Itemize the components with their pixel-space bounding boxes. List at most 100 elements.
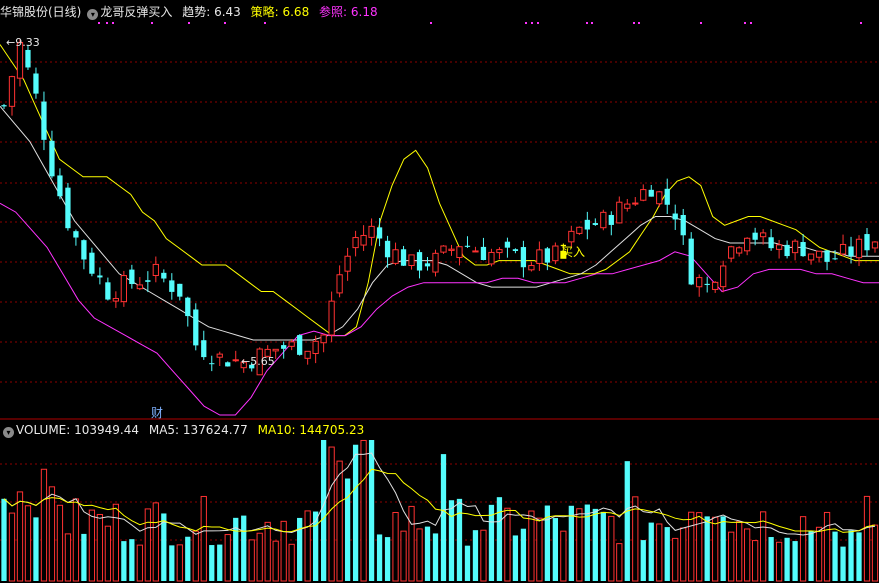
volume-bar-down	[784, 537, 790, 581]
candle-body-up	[288, 341, 295, 347]
candle-body-up	[568, 230, 575, 243]
candle-body-up	[600, 211, 607, 229]
signal-dot	[430, 22, 432, 24]
volume-bar-down	[185, 536, 191, 581]
volume-header: ▾ VOLUME: 103949.44 MA5: 137624.77 MA10: …	[0, 421, 366, 439]
volume-bar-down	[424, 526, 431, 581]
candle-body-up	[815, 250, 823, 258]
candle-body-up	[807, 253, 815, 261]
candle-body-down	[193, 309, 199, 346]
volume-bar-down	[129, 539, 135, 581]
volume-bar-down	[368, 440, 375, 581]
volume-bar-up	[528, 510, 535, 582]
volume-bar-down	[840, 546, 846, 581]
volume-bar-down	[448, 500, 455, 581]
strategy-line	[0, 105, 879, 341]
strategy-label: 策略:	[250, 5, 283, 19]
candle-body-down	[544, 248, 551, 263]
low-price-label: ←5.65	[241, 355, 275, 368]
signal-dot	[151, 22, 153, 24]
candle-body-up	[312, 340, 319, 355]
ma5-label: MA5:	[148, 423, 183, 437]
volume-bar-up	[752, 540, 759, 582]
trend-value: 6.43	[214, 5, 241, 19]
candle-body-up	[232, 359, 239, 362]
candle-body-up	[360, 234, 367, 246]
candle-body-up	[112, 298, 120, 302]
candle-body-up	[152, 263, 159, 276]
candle-body-down	[201, 340, 207, 358]
candle-body-down	[512, 249, 519, 251]
candle-body-down	[824, 250, 830, 262]
candle-body-up	[759, 232, 767, 238]
candle-body-down	[129, 269, 135, 285]
volume-bars	[1, 439, 879, 582]
dropdown-icon[interactable]: ▾	[3, 427, 14, 438]
signal-dot	[188, 22, 190, 24]
volume-bar-down	[384, 537, 391, 581]
volume-bar-up	[823, 511, 831, 582]
volume-bar-up	[48, 486, 56, 582]
volume-bar-up	[192, 530, 199, 582]
volume-bar-up	[775, 541, 783, 582]
volume-bar-down	[512, 535, 519, 581]
trend-label: 趋势:	[182, 5, 215, 19]
candle-body-down	[832, 258, 838, 260]
volume-bar-up	[744, 528, 751, 582]
candle-body-up	[696, 277, 703, 288]
candle-body-up	[736, 247, 743, 254]
candle-body-down	[848, 246, 854, 257]
candle-body-up	[855, 238, 863, 259]
volume-bar-up	[536, 517, 543, 582]
candle-body-up	[624, 203, 631, 209]
volume-bar-down	[720, 516, 726, 581]
candle-body-down	[416, 252, 423, 271]
candle-body-down	[608, 214, 614, 225]
volume-bar-down	[376, 534, 383, 581]
volume-bar-down	[856, 532, 862, 581]
volume-bar-down	[592, 508, 598, 581]
signal-dots	[98, 22, 862, 24]
volume-bar-up	[136, 544, 143, 582]
candle-body-down	[400, 249, 407, 266]
candle-body-up	[456, 246, 463, 259]
candle-body-up	[344, 255, 351, 272]
candle-body-up	[336, 274, 343, 294]
volume-bar-down	[792, 541, 798, 581]
signal-dot	[537, 22, 539, 24]
candle-body-up	[392, 249, 399, 264]
candle-body-up	[368, 225, 375, 238]
volume-bar-up	[256, 532, 263, 582]
candle-body-up	[528, 265, 535, 271]
candle-body-up	[775, 244, 783, 250]
signal-dot	[98, 22, 100, 24]
volume-bar-up	[24, 505, 32, 582]
volume-bar-up	[112, 503, 120, 582]
candle-body-up	[576, 226, 583, 234]
dropdown-icon[interactable]: ▾	[87, 9, 99, 20]
signal-dot	[106, 22, 108, 24]
candle-body-down	[281, 345, 287, 349]
volume-bar-up	[871, 524, 879, 582]
signal-dot	[531, 22, 533, 24]
volume-bar-down	[640, 540, 646, 581]
volume-bar-up	[40, 468, 48, 582]
volume-bar-up	[392, 511, 399, 582]
volume-bar-up	[336, 460, 343, 582]
candle-body-up	[496, 249, 503, 254]
price-volume-chart[interactable]	[0, 0, 879, 583]
volume-bar-down	[808, 531, 814, 581]
candle-body-down	[424, 263, 431, 267]
candle-body-up	[352, 237, 359, 249]
volume-bar-up	[264, 521, 271, 582]
volume-bar-up	[288, 543, 295, 582]
volume-bar-up	[72, 498, 80, 582]
volume-bar-up	[736, 521, 743, 582]
candle-body-up	[656, 191, 663, 205]
grid-lines	[0, 61, 879, 541]
finance-event-marker[interactable]: 财	[151, 404, 163, 421]
volume-bar-up	[8, 512, 16, 582]
signal-dot	[638, 22, 640, 24]
candle-body-down	[73, 231, 79, 238]
candle-body-down	[41, 101, 47, 140]
